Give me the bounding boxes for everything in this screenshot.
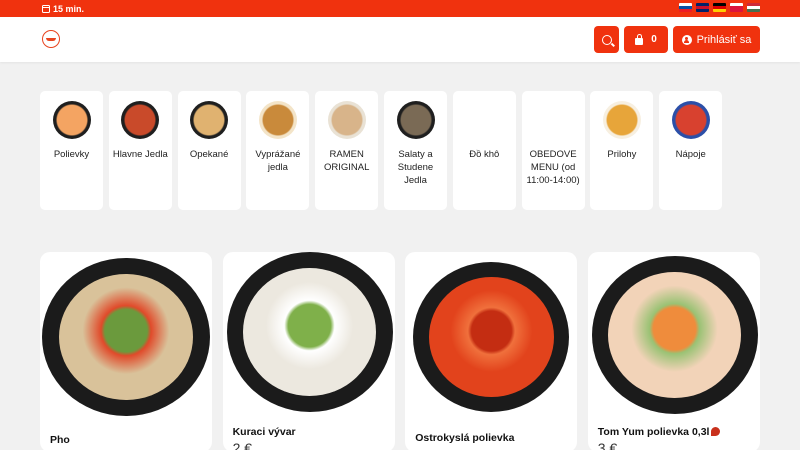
category-card[interactable]: Salaty a Studene Jedla <box>384 91 447 210</box>
chili-icon <box>711 427 721 436</box>
search-button[interactable] <box>594 26 619 53</box>
product-price: 3 € <box>597 440 618 450</box>
delivery-time: 15 min. <box>42 2 84 15</box>
category-card[interactable]: OBEDOVE MENU (od 11:00-14:00) <box>521 91 585 210</box>
logo[interactable] <box>42 30 60 48</box>
category-image <box>396 101 435 139</box>
cart-button[interactable]: 0 <box>624 26 668 53</box>
product-name-text: Kuraci vývar <box>232 426 296 438</box>
language-switcher <box>679 3 760 12</box>
shopping-bag-icon <box>635 33 644 45</box>
login-label: Prihlásiť sa <box>696 33 752 46</box>
category-label: Vyprážané jedla <box>255 149 301 173</box>
product-image <box>591 256 758 414</box>
product-name-text: Pho <box>50 434 70 446</box>
category-card[interactable]: Nápoje <box>659 91 723 210</box>
product-image <box>226 252 393 412</box>
category-card[interactable]: Vyprážané jedla <box>246 91 310 210</box>
category-label: Đồ khô <box>469 149 500 160</box>
category-label: Hlavne Jedla <box>112 149 168 160</box>
category-image <box>327 101 366 139</box>
product-name-text: Tom Yum polievka 0,3l <box>597 426 710 438</box>
login-button[interactable]: Prihlásiť sa <box>673 26 760 53</box>
product-card[interactable]: Ostrokyslá polievka <box>405 252 578 450</box>
product-name: Pho <box>50 434 70 446</box>
category-label: RAMEN ORIGINAL <box>323 149 370 173</box>
flag-pl-icon[interactable] <box>730 3 743 12</box>
category-image <box>121 101 160 139</box>
search-icon <box>601 34 612 45</box>
flag-de-icon[interactable] <box>713 3 726 12</box>
category-label: OBEDOVE MENU (od 11:00-14:00) <box>526 149 580 186</box>
category-image <box>190 101 229 139</box>
category-image <box>671 101 710 139</box>
flag-sk-icon[interactable] <box>679 3 692 12</box>
category-label: Salaty a Studene Jedla <box>397 149 434 186</box>
delivery-time-label: 15 min. <box>53 3 85 14</box>
category-card[interactable]: Opekané <box>177 91 241 210</box>
flag-en-icon[interactable] <box>696 3 709 12</box>
flag-hu-icon[interactable] <box>747 3 760 12</box>
product-card[interactable]: Tom Yum polievka 0,3l 3 € <box>587 252 760 450</box>
calendar-icon <box>42 4 50 13</box>
product-card[interactable]: Kuraci vývar 2 € <box>222 252 395 450</box>
cart-count: 0 <box>651 34 657 45</box>
product-price: 2 € <box>232 440 253 450</box>
product-image <box>42 258 210 416</box>
category-label: Opekané <box>189 149 229 160</box>
product-name: Kuraci vývar <box>233 426 296 438</box>
category-card[interactable]: Đồ khô <box>452 91 516 210</box>
category-image <box>258 101 297 139</box>
category-image <box>52 101 91 139</box>
site-header: 0 Prihlásiť sa <box>0 17 800 62</box>
category-card[interactable]: Prilohy <box>590 91 654 210</box>
category-label: Polievky <box>53 149 90 160</box>
product-image <box>413 262 570 412</box>
product-name: Tom Yum polievka 0,3l <box>598 426 721 438</box>
category-image <box>602 101 641 139</box>
category-card[interactable]: Polievky <box>40 91 103 210</box>
product-card[interactable]: Pho <box>40 252 212 450</box>
category-label: Prilohy <box>607 149 637 160</box>
product-name: Ostrokyslá polievka <box>415 432 514 444</box>
user-icon <box>681 34 692 45</box>
product-name-text: Ostrokyslá polievka <box>415 432 515 444</box>
category-label: Nápoje <box>675 149 706 160</box>
category-card[interactable]: Hlavne Jedla <box>108 91 172 210</box>
top-strip: 15 min. <box>0 0 800 17</box>
category-card[interactable]: RAMEN ORIGINAL <box>315 91 379 210</box>
